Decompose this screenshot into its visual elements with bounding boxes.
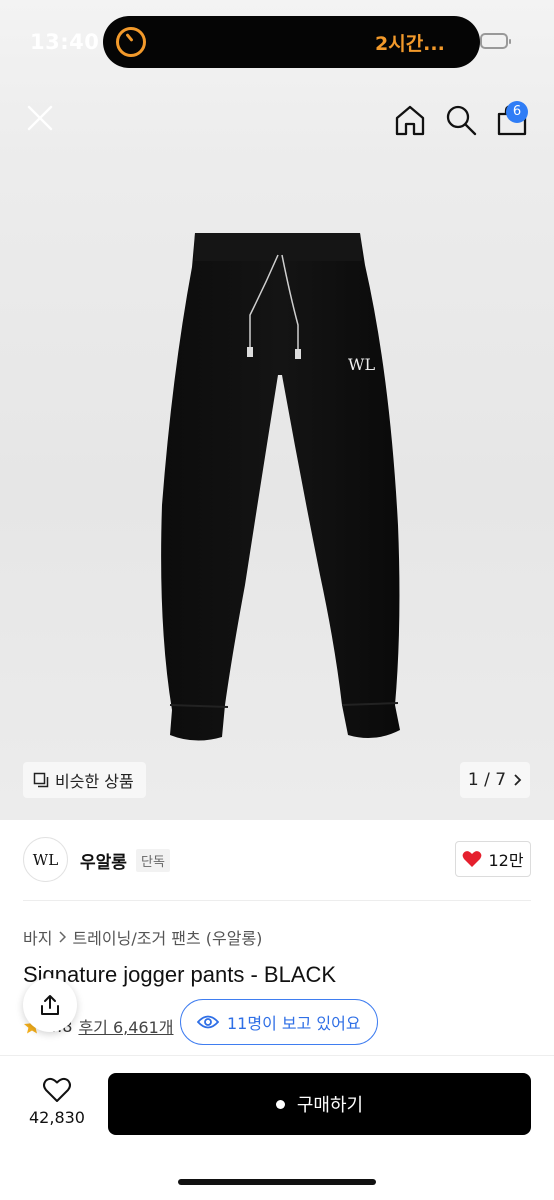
breadcrumb: 바지 트레이닝/조거 팬츠 (우알롱) — [23, 925, 262, 949]
buy-label: 구매하기 — [296, 1095, 364, 1116]
heart-icon — [43, 1077, 71, 1102]
wish-count: 42,830 — [29, 1108, 85, 1127]
brand-name[interactable]: 우알롱 — [80, 848, 127, 873]
battery-icon — [480, 33, 511, 49]
similar-label: 비슷한 상품 — [55, 772, 134, 791]
home-icon[interactable] — [392, 102, 428, 138]
image-pager[interactable]: 1 / 7 — [460, 762, 530, 798]
share-icon — [41, 995, 59, 1015]
exclusive-tag: 단독 — [136, 849, 170, 872]
breadcrumb-item[interactable]: 트레이닝/조거 팬츠 (우알롱) — [72, 925, 262, 949]
cart-badge: 6 — [506, 101, 528, 123]
close-icon[interactable] — [22, 100, 58, 136]
chevron-right-icon — [59, 931, 67, 943]
share-button[interactable] — [23, 978, 77, 1032]
dynamic-island[interactable]: 2시간... — [103, 16, 480, 68]
buy-button[interactable]: 구매하기 — [108, 1073, 531, 1135]
viewers-indicator: 11명이 보고 있어요 — [180, 999, 378, 1045]
buy-dot — [275, 1099, 285, 1109]
similar-icon — [33, 772, 49, 788]
viewers-text: 11명이 보고 있어요 — [227, 1014, 361, 1033]
page-indicator: 1 / 7 — [467, 770, 507, 790]
activity-text: 2시간... — [375, 33, 445, 55]
like-count: 12만 — [488, 851, 524, 870]
status-time: 13:40 — [30, 30, 100, 54]
eye-icon — [197, 1015, 219, 1029]
heart-icon — [463, 851, 482, 867]
chevron-right-icon — [514, 774, 522, 786]
breadcrumb-item[interactable]: 바지 — [23, 925, 52, 949]
search-icon[interactable] — [443, 102, 479, 138]
home-indicator[interactable] — [178, 1179, 376, 1185]
divider — [23, 900, 531, 901]
logo-mark: WL — [348, 355, 375, 374]
timer-icon — [116, 27, 146, 57]
brand-logo[interactable]: WL — [23, 837, 68, 882]
product-image[interactable]: WL — [150, 225, 410, 750]
brand-like-button[interactable]: 12만 — [455, 841, 531, 877]
product-title: Signature jogger pants - BLACK — [23, 962, 337, 987]
brand-logo-text: WL — [32, 850, 59, 869]
review-count-link[interactable]: 후기 6,461개 — [78, 1014, 173, 1038]
similar-products-button[interactable]: 비슷한 상품 — [23, 762, 146, 798]
